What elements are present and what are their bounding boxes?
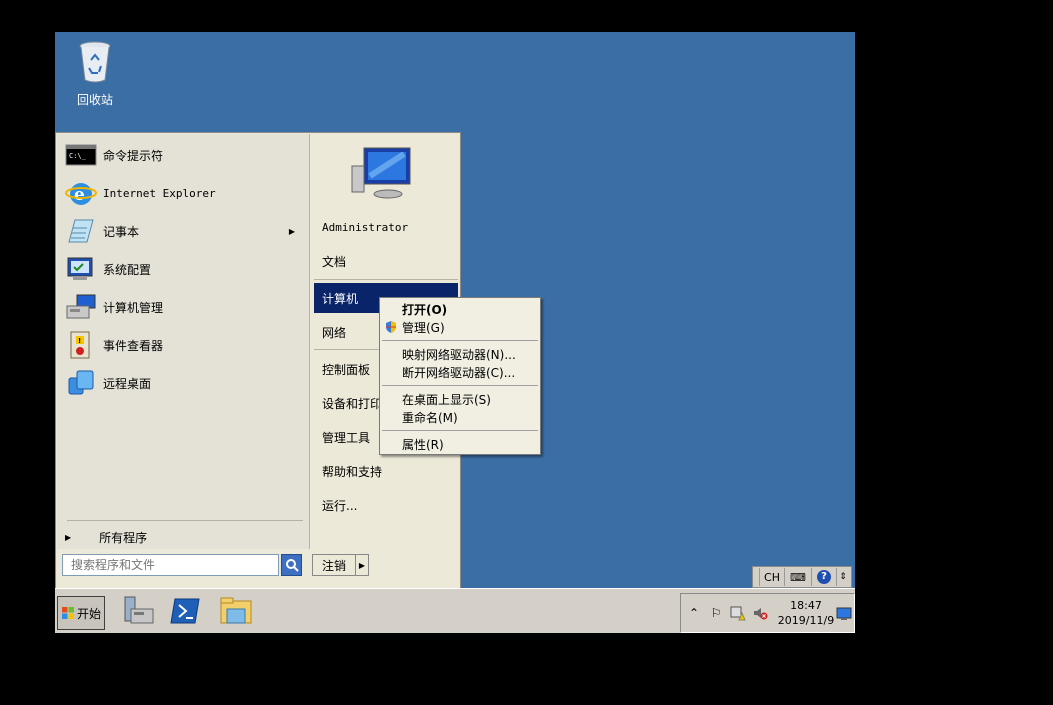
program-cmd[interactable]: C:\_ 命令提示符 bbox=[65, 138, 305, 172]
submenu-arrow-icon: ▶ bbox=[288, 226, 295, 236]
logoff-group: 注销 ▶ bbox=[312, 554, 369, 576]
recycle-bin-icon bbox=[79, 41, 111, 83]
ctx-manage[interactable]: 管理(G) bbox=[382, 318, 538, 336]
lang-options-icon[interactable]: ⇕ bbox=[837, 568, 849, 586]
ctx-properties[interactable]: 属性(R) bbox=[382, 435, 538, 453]
triangle-right-icon: ▶ bbox=[358, 560, 366, 570]
show-hidden-icons-icon[interactable]: ⌃ bbox=[685, 604, 703, 622]
program-label: Internet Explorer bbox=[103, 186, 216, 200]
divider bbox=[314, 279, 458, 280]
ctx-open[interactable]: 打开(O) bbox=[382, 300, 538, 318]
places-run[interactable]: 运行... bbox=[314, 490, 458, 520]
windows-logo-icon bbox=[61, 607, 74, 619]
msconfig-icon bbox=[67, 257, 93, 280]
places-user[interactable]: Administrator bbox=[314, 212, 458, 242]
program-label: 事件查看器 bbox=[103, 338, 164, 353]
program-remote-desktop[interactable]: 远程桌面 bbox=[65, 366, 305, 400]
notepad-icon bbox=[68, 219, 94, 243]
all-programs-label: 所有程序 bbox=[99, 530, 148, 545]
cmd-icon: C:\_ bbox=[65, 144, 97, 166]
recycle-bin-label: 回收站 bbox=[76, 93, 113, 107]
file-explorer-icon[interactable] bbox=[219, 595, 253, 627]
all-programs[interactable]: ▶ 所有程序 bbox=[65, 527, 147, 547]
action-center-flag-icon[interactable]: ⚐ bbox=[707, 604, 725, 622]
start-label: 开始 bbox=[76, 606, 101, 621]
system-tray: ⌃ ⚐ 18:47 2019/11/9 bbox=[680, 593, 855, 633]
ie-icon: e bbox=[65, 183, 97, 205]
search-input[interactable] bbox=[62, 554, 280, 576]
remote-desktop-icon bbox=[68, 370, 94, 395]
program-label: 命令提示符 bbox=[103, 148, 164, 163]
user-computer-icon bbox=[351, 147, 411, 199]
computer-management-icon bbox=[66, 294, 96, 319]
start-button[interactable]: 开始 bbox=[57, 596, 105, 630]
event-viewer-icon: ! bbox=[70, 331, 90, 359]
clock-date: 2019/11/9 bbox=[777, 614, 835, 627]
clock-time: 18:47 bbox=[790, 599, 822, 612]
program-ie[interactable]: e Internet Explorer bbox=[65, 176, 305, 210]
svg-text:C:\_: C:\_ bbox=[69, 152, 87, 160]
powershell-icon[interactable] bbox=[169, 595, 203, 627]
divider bbox=[382, 385, 538, 386]
ctx-show-on-desktop[interactable]: 在桌面上显示(S) bbox=[382, 390, 538, 408]
help-icon[interactable]: ? bbox=[812, 568, 837, 586]
divider bbox=[382, 430, 538, 431]
show-desktop-icon[interactable] bbox=[836, 607, 852, 621]
program-event-viewer[interactable]: ! 事件查看器 bbox=[65, 328, 305, 362]
keyboard-icon[interactable]: ⌨ bbox=[785, 568, 812, 586]
language-bar: CH ⌨ ? ⇕ bbox=[752, 566, 852, 588]
program-notepad[interactable]: 记事本 ▶ bbox=[65, 214, 305, 248]
places-help[interactable]: 帮助和支持 bbox=[314, 456, 458, 486]
shutdown-options-button[interactable]: ▶ bbox=[356, 554, 369, 576]
program-label: 记事本 bbox=[103, 224, 140, 239]
program-computer-management[interactable]: 计算机管理 bbox=[65, 290, 305, 324]
taskbar: 开始 ⌃ ⚐ 18:47 2019/11/9 bbox=[55, 588, 855, 633]
program-label: 系统配置 bbox=[103, 262, 152, 277]
recycle-bin[interactable]: 回收站 bbox=[73, 40, 117, 108]
ctx-map-drive[interactable]: 映射网络驱动器(N)... bbox=[382, 345, 538, 363]
search-box bbox=[62, 554, 302, 576]
volume-muted-icon[interactable] bbox=[751, 604, 769, 622]
lang-grip[interactable] bbox=[753, 568, 760, 586]
program-label: 计算机管理 bbox=[103, 300, 164, 315]
divider bbox=[382, 340, 538, 341]
search-button[interactable] bbox=[281, 554, 302, 576]
svg-text:!: ! bbox=[78, 337, 81, 345]
triangle-right-icon: ▶ bbox=[65, 532, 72, 542]
context-menu: 打开(O) 管理(G) 映射网络驱动器(N)... 断开网络驱动器(C)... … bbox=[379, 297, 541, 455]
network-warning-icon[interactable] bbox=[729, 604, 747, 622]
start-menu-programs: C:\_ 命令提示符 e Internet Explorer 记事本 ▶ 系统配… bbox=[57, 134, 310, 549]
lang-indicator[interactable]: CH bbox=[760, 568, 785, 586]
places-documents[interactable]: 文档 bbox=[314, 246, 458, 276]
divider bbox=[67, 520, 303, 521]
ctx-rename[interactable]: 重命名(M) bbox=[382, 408, 538, 426]
program-label: 远程桌面 bbox=[103, 376, 152, 391]
logoff-button[interactable]: 注销 bbox=[312, 554, 356, 576]
search-icon bbox=[285, 559, 299, 572]
clock[interactable]: 18:47 2019/11/9 bbox=[776, 598, 836, 628]
server-manager-icon[interactable] bbox=[121, 595, 155, 627]
program-msconfig[interactable]: 系统配置 bbox=[65, 252, 305, 286]
ctx-disconnect-drive[interactable]: 断开网络驱动器(C)... bbox=[382, 363, 538, 381]
